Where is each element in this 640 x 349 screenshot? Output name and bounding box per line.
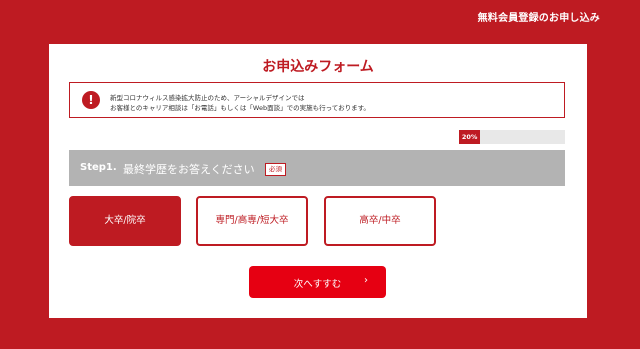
application-form-card: お申込みフォーム ! 新型コロナウィルス感染拡大防止のため、アーシャルデザインで…	[49, 44, 587, 318]
progress-fill: 20%	[459, 130, 481, 144]
exclamation-circle-icon: !	[82, 91, 100, 109]
required-badge: 必須	[265, 163, 286, 176]
step-header: Step1. 最終学歴をお答えください 必須	[69, 150, 565, 186]
option-vocational-graduate[interactable]: 専門/高専/短大卒	[196, 196, 308, 246]
free-registration-link[interactable]: 無料会員登録のお申し込み	[478, 9, 600, 24]
step-question: 最終学歴をお答えください	[123, 163, 255, 176]
option-highschool-graduate[interactable]: 高卒/中卒	[324, 196, 436, 246]
next-button[interactable]: 次へすすむ ›	[249, 266, 386, 298]
form-title: お申込みフォーム	[262, 59, 374, 75]
chevron-right-icon: ›	[364, 275, 368, 286]
covid-notice-box: ! 新型コロナウィルス感染拡大防止のため、アーシャルデザインでは お客様とのキャ…	[69, 82, 565, 118]
progress-bar: 20%	[459, 130, 565, 144]
step-label: Step1.	[80, 162, 117, 173]
notice-line-1: 新型コロナウィルス感染拡大防止のため、アーシャルデザインでは	[110, 94, 305, 102]
notice-line-2: お客様とのキャリア相談は「お電話」もしくは「Web面談」での実施も行っております…	[110, 104, 370, 112]
option-university-graduate[interactable]: 大卒/院卒	[69, 196, 181, 246]
